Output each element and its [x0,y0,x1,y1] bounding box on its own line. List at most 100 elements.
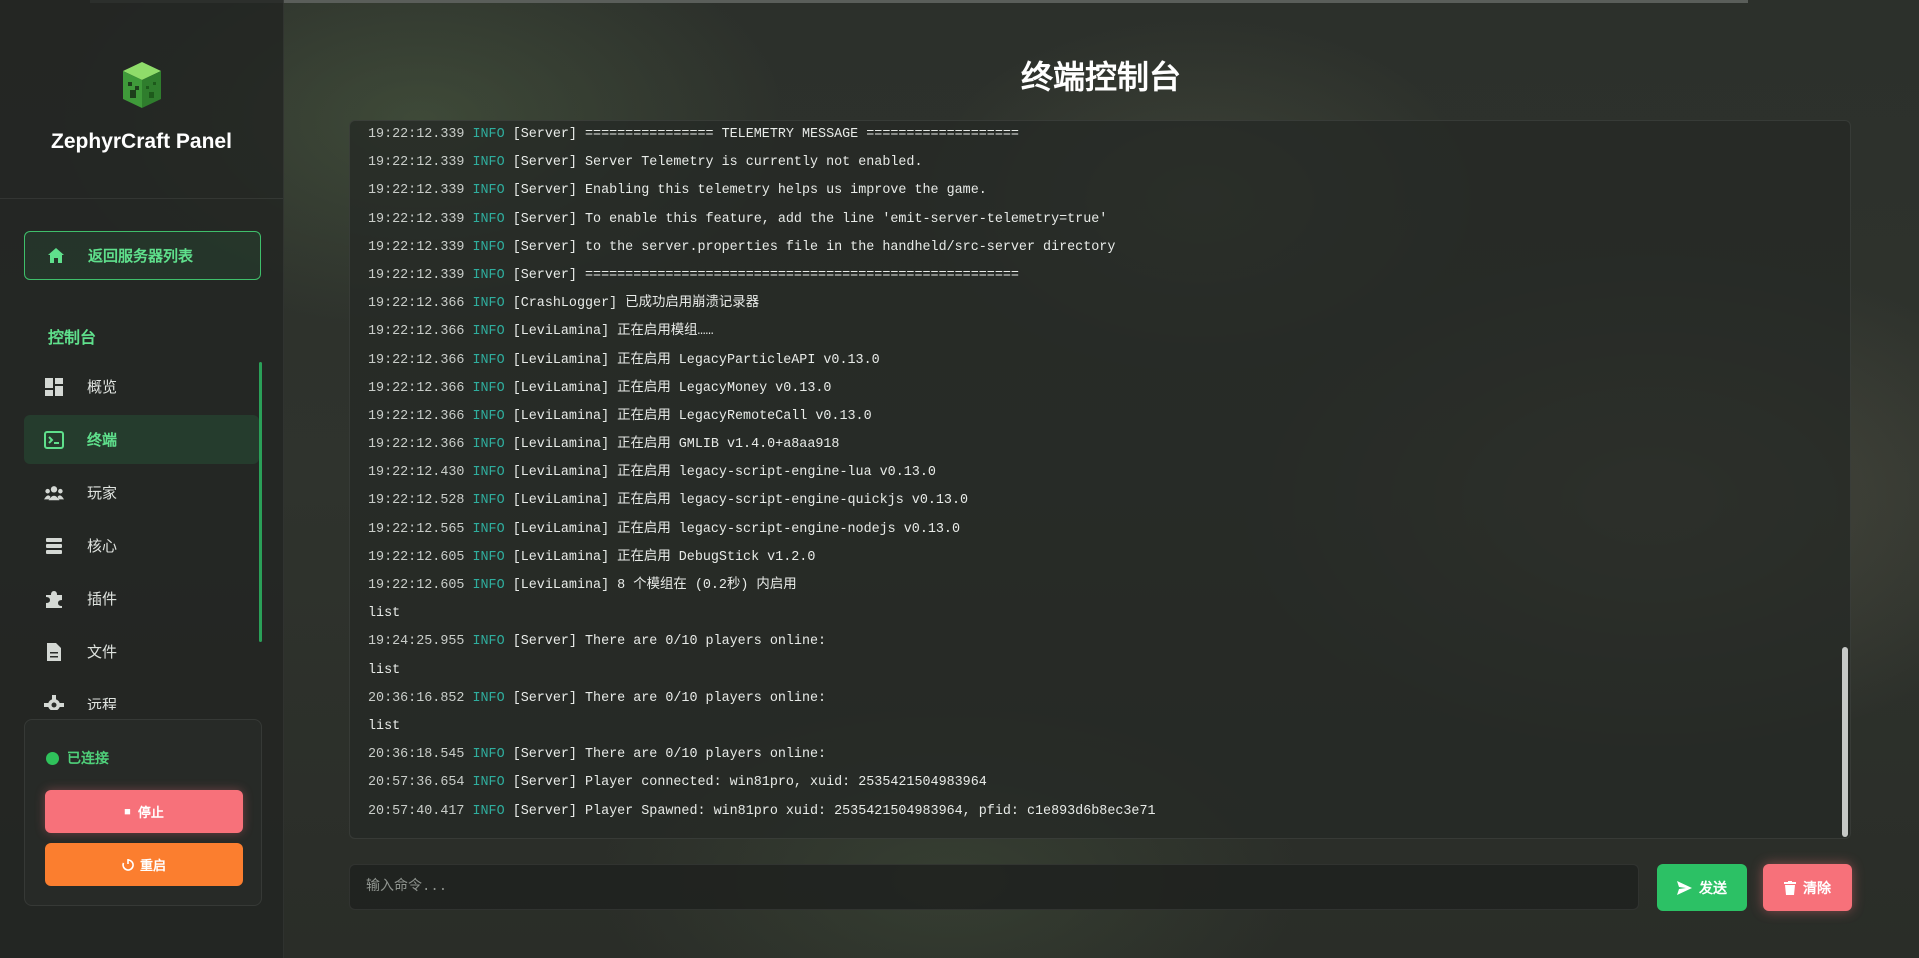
sidebar-scrollbar[interactable] [259,362,262,642]
log-level: INFO [472,690,505,706]
log-level: INFO [472,747,505,763]
console-line: 19:22:12.430 INFO [LeviLamina] 正在启用 lega… [368,459,1808,487]
console-line: 19:22:12.366 INFO [CrashLogger] 已成功启用崩溃记… [368,290,1808,318]
sidebar-item-core[interactable]: 核心 [24,521,259,570]
log-timestamp: 19:22:12.339 [368,155,465,171]
log-level: INFO [472,296,505,312]
log-timestamp: 19:22:12.339 [368,267,465,283]
console-output[interactable]: 19:22:12.339 INFO [Server] =============… [349,120,1851,839]
sidebar-item-terminal[interactable]: 终端 [24,415,259,464]
sidebar-item-label: 远程 [87,697,118,710]
log-timestamp: 19:22:12.366 [368,437,465,453]
log-message: [Server] There are 0/10 players online: [512,747,827,763]
log-timestamp: 19:22:12.605 [368,549,465,565]
server-status-card: 已连接 ■ 停止 重启 [24,719,262,906]
log-level: INFO [472,267,505,283]
console-line: 19:22:12.366 INFO [LeviLamina] 正在启用 Lega… [368,403,1808,431]
creeper-block-icon [123,62,161,108]
sidebar-item-remote[interactable]: 远程 [24,680,259,710]
clear-button-label: 清除 [1803,879,1831,896]
log-timestamp: 19:22:12.366 [368,408,465,424]
console-line: 19:22:12.565 INFO [LeviLamina] 正在启用 lega… [368,516,1808,544]
log-message: [LeviLamina] 正在启用模组…… [512,324,714,340]
console-line: 19:22:12.339 INFO [Server] Enabling this… [368,177,1808,205]
log-timestamp: 19:22:12.528 [368,493,465,509]
log-timestamp: 19:22:12.565 [368,521,465,537]
console-line: 20:36:18.545 INFO [Server] There are 0/1… [368,741,1808,769]
console-line: 19:22:12.366 INFO [LeviLamina] 正在启用 GMLI… [368,431,1808,459]
console-line: list [368,657,1808,685]
console-line: 19:22:12.366 INFO [LeviLamina] 正在启用模组…… [368,318,1808,346]
restart-button[interactable]: 重启 [45,843,243,886]
log-message: [Server] ===============================… [512,267,1019,283]
back-to-server-list-button[interactable]: 返回服务器列表 [24,231,261,280]
log-message: [LeviLamina] 正在启用 legacy-script-engine-q… [512,493,969,509]
console-log: 19:22:12.339 INFO [Server] =============… [368,121,1808,826]
server-core-icon [44,536,64,556]
log-timestamp: 19:22:12.366 [368,296,465,312]
console-line: 20:57:36.654 INFO [Server] Player connec… [368,769,1808,797]
log-level: INFO [472,634,505,650]
terminal-icon [44,430,64,450]
log-message: [LeviLamina] 正在启用 LegacyRemoteCall v0.13… [512,408,872,424]
log-level: INFO [472,324,505,340]
log-timestamp: 19:22:12.366 [368,380,465,396]
clear-button[interactable]: 清除 [1763,864,1852,911]
log-message: [Server] ================ TELEMETRY MESS… [512,127,1019,142]
console-scrollbar[interactable] [1842,121,1848,838]
command-input[interactable] [349,864,1639,910]
sidebar-item-label: 插件 [87,591,118,608]
log-message: [LeviLamina] 正在启用 legacy-script-engine-l… [512,465,936,481]
log-level: INFO [472,183,505,199]
sidebar-item-players[interactable]: 玩家 [24,468,259,517]
log-message: [LeviLamina] 正在启用 legacy-script-engine-n… [512,521,960,537]
log-level: INFO [472,775,505,791]
connection-status: 已连接 [46,748,109,768]
log-timestamp: 19:22:12.430 [368,465,465,481]
log-level: INFO [472,239,505,255]
brand-header: ZephyrCraft Panel [0,0,283,199]
log-level: INFO [472,352,505,368]
log-level: INFO [472,155,505,171]
console-line: 19:22:12.339 INFO [Server] =============… [368,121,1808,149]
status-dot-icon [46,751,59,765]
log-message: [LeviLamina] 正在启用 GMLIB v1.4.0+a8aa918 [512,437,840,453]
log-level: INFO [472,127,505,142]
sidebar-item-label: 终端 [87,432,118,449]
console-line: list [368,713,1808,741]
stop-square-icon: ■ [124,805,131,818]
log-timestamp: 19:24:25.955 [368,634,465,650]
console-line: 19:22:12.605 INFO [LeviLamina] 正在启用 Debu… [368,544,1808,572]
log-timestamp: 20:57:36.654 [368,775,465,791]
send-button[interactable]: 发送 [1657,864,1747,911]
back-button-label: 返回服务器列表 [88,248,194,265]
log-level: INFO [472,211,505,227]
status-label: 已连接 [67,750,109,766]
log-timestamp: 19:22:12.339 [368,239,465,255]
log-level: INFO [472,408,505,424]
log-message: [CrashLogger] 已成功启用崩溃记录器 [512,296,760,312]
console-line: 19:22:12.339 INFO [Server] =============… [368,262,1808,290]
console-line: 19:22:12.366 INFO [LeviLamina] 正在启用 Lega… [368,375,1808,403]
log-message: [Server] Player Spawned: win81pro xuid: … [512,803,1156,819]
console-line: 19:22:12.339 INFO [Server] Server Teleme… [368,149,1808,177]
log-level: INFO [472,549,505,565]
log-message: [LeviLamina] 8 个模组在 (0.2秒) 内启用 [512,578,797,593]
sidebar-item-plugins[interactable]: 插件 [24,574,259,623]
console-scrollbar-thumb[interactable] [1842,647,1848,837]
log-message: [Server] There are 0/10 players online: [512,690,827,706]
log-timestamp: 19:22:12.605 [368,578,465,593]
log-message: list [368,606,401,622]
log-timestamp: 20:36:16.852 [368,690,465,706]
sidebar-item-overview[interactable]: 概览 [24,362,259,411]
stop-button[interactable]: ■ 停止 [45,790,243,833]
sidebar-item-label: 文件 [87,644,118,661]
log-message: list [368,718,401,734]
sidebar-item-files[interactable]: 文件 [24,627,259,676]
log-message: list [368,662,401,678]
sidebar-item-label: 玩家 [87,485,118,502]
log-message: [Server] Player connected: win81pro, xui… [512,775,987,791]
log-message: [Server] Server Telemetry is currently n… [512,155,923,171]
restart-icon [122,858,134,871]
log-message: [Server] There are 0/10 players online: [512,634,827,650]
